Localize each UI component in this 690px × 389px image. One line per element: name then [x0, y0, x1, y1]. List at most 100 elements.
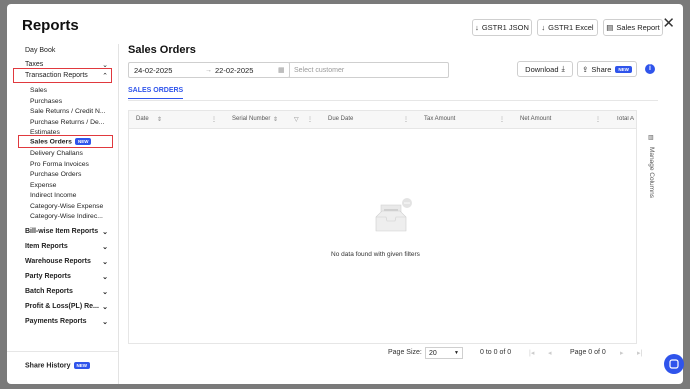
new-badge: NEW: [74, 138, 92, 145]
prev-page-icon[interactable]: ◂: [548, 349, 552, 357]
column-header-serial-number[interactable]: Serial Number: [232, 116, 270, 122]
sidebar-sub-purchases[interactable]: Purchases: [30, 98, 110, 105]
chevron-down-icon: ⌄: [102, 229, 108, 236]
reports-modal: Reports ↓ GSTR1 JSON ↓ GSTR1 Excel ▤ Sal…: [7, 4, 683, 384]
sidebar-group-label: Warehouse Reports: [25, 258, 91, 265]
next-page-icon[interactable]: ▸: [620, 349, 624, 357]
chat-button[interactable]: [664, 354, 684, 374]
end-date[interactable]: 22-02-2025: [215, 66, 278, 75]
sidebar-item-day-book[interactable]: Day Book: [25, 47, 55, 54]
first-page-icon[interactable]: |◂: [529, 349, 534, 357]
chevron-down-icon: ⌄: [102, 244, 108, 251]
pagination-range: 0 to 0 of 0: [480, 349, 512, 356]
sidebar-group-warehouse[interactable]: Warehouse Reports ⌄: [25, 258, 108, 266]
sidebar-sub-pro-forma[interactable]: Pro Forma Invoices: [30, 161, 110, 168]
data-grid: Date ⇕ ⋮ Serial Number ⇕ ▽ ⋮ Due Date ⋮ …: [128, 110, 637, 344]
sidebar-sub-indirect-income[interactable]: Indirect Income: [30, 192, 110, 199]
columns-icon[interactable]: ▥: [648, 134, 654, 141]
info-icon[interactable]: i: [645, 64, 655, 74]
sidebar-group-label: Batch Reports: [25, 288, 73, 295]
sidebar-sub-category-indirect[interactable]: Category-Wise Indirec...: [30, 213, 110, 220]
sales-report-label: Sales Report: [616, 23, 660, 32]
page-size-select[interactable]: 20 ▼: [425, 347, 463, 359]
sidebar-group-item-reports[interactable]: Item Reports ⌄: [25, 243, 108, 251]
tab-divider: [128, 100, 658, 101]
sidebar-sub-sale-returns[interactable]: Sale Returns / Credit N...: [30, 108, 110, 115]
chat-icon: [669, 359, 679, 369]
last-page-icon[interactable]: ▸|: [637, 349, 642, 357]
download-label: Download: [525, 64, 559, 74]
download-arrow-icon: ↓: [475, 23, 479, 32]
sales-report-button[interactable]: ▤ Sales Report: [603, 19, 663, 36]
column-header-due-date[interactable]: Due Date: [328, 116, 353, 122]
share-button[interactable]: ⇪ Share NEW: [577, 61, 637, 77]
sidebar-sub-sales[interactable]: Sales: [30, 87, 110, 94]
chevron-up-icon: ⌃: [102, 73, 108, 80]
document-icon: ▤: [606, 23, 614, 32]
page-size-label: Page Size:: [388, 349, 422, 356]
share-history-label: Share History: [25, 362, 71, 370]
column-menu-icon[interactable]: ⋮: [499, 116, 505, 123]
sidebar-group-batch[interactable]: Batch Reports ⌄: [25, 288, 108, 296]
sidebar-divider: [7, 351, 118, 352]
start-date[interactable]: 24-02-2025: [134, 66, 202, 75]
page-title: Sales Orders: [128, 44, 196, 56]
column-menu-icon[interactable]: ⋮: [403, 116, 409, 123]
sort-icon[interactable]: ⇕: [273, 116, 278, 123]
column-header-tax-amount[interactable]: Tax Amount: [424, 116, 455, 122]
share-label: Share: [591, 64, 612, 74]
chevron-down-icon: ⌄: [102, 289, 108, 296]
sidebar-sub-sales-orders[interactable]: Sales Orders NEW: [30, 138, 110, 145]
sidebar-group-label: Transaction Reports: [25, 72, 88, 79]
chevron-down-icon: ⌄: [102, 259, 108, 266]
sidebar-sub-category-expense[interactable]: Category-Wise Expense: [30, 203, 110, 210]
gstr1-excel-button[interactable]: ↓ GSTR1 Excel: [537, 19, 598, 36]
chevron-down-icon: ⌄: [102, 274, 108, 281]
download-button[interactable]: Download ⤓: [517, 61, 573, 77]
pagination-page: Page 0 of 0: [570, 349, 606, 356]
sidebar-group-bill-wise[interactable]: Bill-wise Item Reports ⌄: [25, 228, 108, 236]
gstr1-json-button[interactable]: ↓ GSTR1 JSON: [472, 19, 532, 36]
calendar-icon: ▦: [278, 67, 285, 74]
date-range-picker[interactable]: 24-02-2025 → 22-02-2025 ▦: [128, 62, 290, 78]
modal-title: Reports: [22, 17, 79, 34]
page-size-value: 20: [429, 349, 437, 357]
sidebar-sub-purchase-orders[interactable]: Purchase Orders: [30, 171, 110, 178]
sidebar-group-payments[interactable]: Payments Reports ⌄: [25, 318, 108, 326]
manage-columns-label: Manage Columns: [648, 147, 655, 198]
sidebar-group-label: Bill-wise Item Reports: [25, 228, 99, 235]
sidebar-group-label: Profit & Loss(PL) Re...: [25, 303, 99, 310]
sidebar-group-transaction-reports[interactable]: Transaction Reports ⌃: [25, 72, 108, 80]
sidebar-sub-purchase-returns[interactable]: Purchase Returns / De...: [30, 119, 110, 126]
download-icon: ⤓: [561, 64, 565, 73]
share-icon: ⇪: [582, 64, 589, 74]
chevron-down-icon: ⌄: [102, 319, 108, 326]
filter-icon[interactable]: ▽: [294, 116, 299, 123]
share-history-link[interactable]: Share History NEW: [25, 362, 91, 370]
arrow-right-icon: →: [205, 66, 212, 74]
reports-sidebar: Day Book Taxes ⌄ Transaction Reports ⌃ S…: [7, 44, 119, 384]
sidebar-sub-expense[interactable]: Expense: [30, 182, 110, 189]
empty-state-message: No data found with given filters: [331, 251, 420, 258]
gstr1-excel-label: GSTR1 Excel: [548, 23, 594, 32]
empty-inbox-icon: [375, 198, 412, 232]
column-header-net-amount[interactable]: Net Amount: [520, 116, 551, 122]
sidebar-group-party[interactable]: Party Reports ⌄: [25, 273, 108, 281]
column-menu-icon[interactable]: ⋮: [211, 116, 217, 123]
new-badge: NEW: [73, 362, 91, 369]
gstr1-json-label: GSTR1 JSON: [481, 23, 529, 32]
sidebar-group-profit-loss[interactable]: Profit & Loss(PL) Re... ⌄: [25, 303, 108, 311]
column-menu-icon[interactable]: ⋮: [595, 116, 601, 123]
column-header-total-amount[interactable]: Total Amo: [616, 116, 634, 122]
sort-icon[interactable]: ⇕: [157, 116, 162, 123]
sidebar-sub-delivery-challans[interactable]: Delivery Challans: [30, 150, 110, 157]
close-icon[interactable]: ✕: [662, 14, 675, 32]
sidebar-group-label: Payments Reports: [25, 318, 87, 325]
sidebar-group-label: Item Reports: [25, 243, 68, 250]
caret-down-icon: ▼: [454, 350, 459, 356]
manage-columns-panel[interactable]: Manage Columns: [643, 147, 657, 207]
customer-select[interactable]: Select customer: [289, 62, 449, 78]
tab-sales-orders[interactable]: SALES ORDERS: [128, 87, 184, 99]
column-menu-icon[interactable]: ⋮: [307, 116, 313, 123]
column-header-date[interactable]: Date: [136, 116, 149, 122]
